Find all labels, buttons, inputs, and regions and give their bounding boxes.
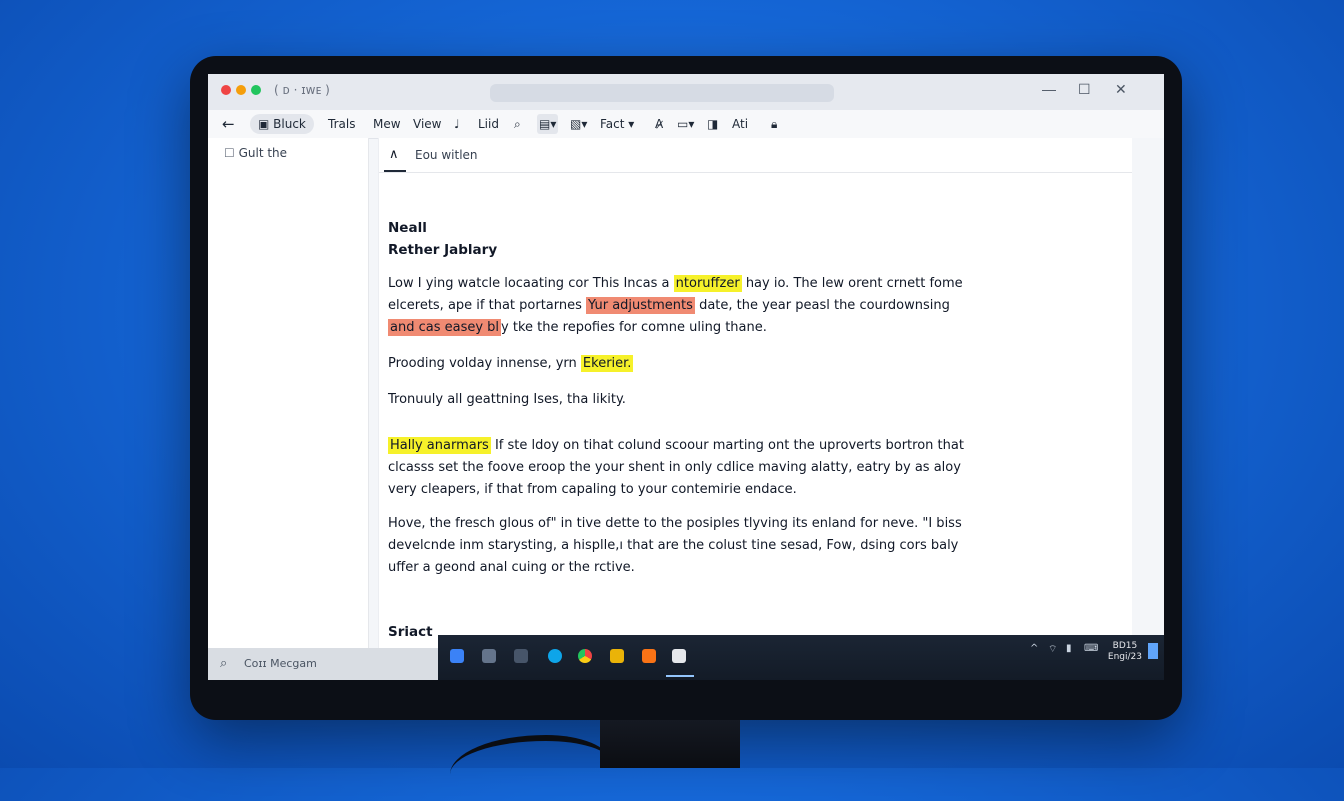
search-icon[interactable]: ⌕ [514, 114, 521, 134]
document-tab-bar: ∧ Eou witlen [379, 138, 1149, 173]
folder-icon[interactable] [610, 649, 624, 663]
clock[interactable]: BD15 Engi/23 [1108, 641, 1142, 663]
maximize-dot-icon[interactable] [251, 85, 261, 95]
document-app-icon[interactable] [672, 649, 686, 663]
paragraph-line: very cleapers, if that from capaling to … [388, 482, 797, 497]
battery-icon[interactable]: ▮ [1066, 643, 1072, 654]
document-pane: ∧ Eou witlen Neall Rether Jablary Low I … [378, 138, 1150, 648]
address-bar[interactable] [490, 84, 834, 102]
minimize-button[interactable]: — [1042, 81, 1056, 97]
menu-fact[interactable]: Fact ▾ [600, 114, 634, 134]
toolbar: ← ▣ Bluck Trals Mew View ♩ Liid ⌕ ▤▾ ▧▾ … [208, 110, 1164, 139]
paragraph-line: Tronuuly all geattning Ises, tha likity. [388, 392, 626, 407]
menu-ati[interactable]: Ati [732, 114, 748, 134]
screen: ( ᴅ · ɪᴡᴇ ) — ☐ ✕ ← ▣ Bluck Trals Mew Vi… [208, 74, 1164, 680]
keyboard-icon[interactable]: ⌨ [1084, 643, 1098, 654]
active-tab-indicator [384, 170, 406, 172]
close-button[interactable]: ✕ [1115, 81, 1127, 98]
bookmark-icon[interactable]: ◨ [707, 114, 718, 134]
highlight-yellow: Hally anarmars [388, 437, 491, 454]
text-style-icon[interactable]: A̷ [655, 114, 663, 134]
menu-view[interactable]: View [413, 114, 441, 134]
store-icon[interactable] [514, 649, 528, 663]
paragraph-line: and cas easey bl y tke the repofies for c… [388, 319, 767, 336]
app-icon[interactable] [642, 649, 656, 663]
monitor-stand [600, 720, 740, 768]
script-icon[interactable]: ♩ [454, 114, 460, 134]
menu-liid[interactable]: Liid [478, 114, 499, 134]
edit-icon: ☐ [224, 146, 239, 160]
chevron-up-icon[interactable]: ^ [1030, 643, 1038, 654]
table-icon[interactable]: ▭▾ [677, 114, 694, 134]
document-subheading: Rether Jablary [388, 242, 498, 258]
taskbar: ^ ⌔ ▮ ⌨ BD15 Engi/23 [438, 635, 1164, 680]
active-app-indicator [666, 675, 694, 677]
toolbar-button-bluck[interactable]: ▣ Bluck [250, 114, 314, 134]
status-text: Coɪɪ Mecgam [244, 657, 317, 670]
sidebar: ☐ Gult the [208, 138, 369, 648]
paragraph-line: develcnde inm starysting, a hisplle,ı th… [388, 538, 959, 553]
edge-icon[interactable] [548, 649, 562, 663]
highlight-yellow: ntoruffzer [673, 275, 742, 292]
chrome-icon[interactable] [578, 649, 592, 663]
window-title: ( ᴅ · ɪᴡᴇ ) [274, 83, 330, 97]
highlight-yellow: Ekerier. [580, 355, 634, 372]
document-tab[interactable]: Eou witlen [415, 148, 478, 162]
notification-icon[interactable] [1148, 643, 1158, 659]
lock-icon[interactable]: 🔒︎ [771, 114, 777, 134]
chevron-up-icon[interactable]: ∧ [389, 146, 399, 162]
monitor-cable [450, 735, 610, 801]
paragraph-line: Hove, the fresch glous of" in tive dette… [388, 516, 962, 531]
paragraph-line: Hally anarmars If ste ldoy on tihat colu… [388, 437, 964, 454]
paragraph-line: clcasss set the foove eroop the your she… [388, 460, 961, 475]
close-dot-icon[interactable] [221, 85, 231, 95]
start-icon[interactable] [450, 649, 464, 663]
paragraph-line: elcerets, ape if that portarnes Yur adju… [388, 297, 950, 314]
status-bar: ⌕ Coɪɪ Mecgam [208, 648, 438, 680]
scroll-gutter[interactable] [1132, 138, 1164, 648]
clipboard-icon: ▣ [258, 117, 274, 131]
search-icon[interactable]: ⌕ [220, 655, 227, 671]
menu-mew[interactable]: Mew [373, 114, 401, 134]
sidebar-item[interactable]: ☐ Gult the [224, 146, 287, 160]
paragraph-line: Low I ying watcle locaating cor This Inc… [388, 275, 963, 292]
network-icon[interactable]: ⌔ [1048, 643, 1057, 656]
document-icon[interactable]: ▤▾ [537, 114, 559, 134]
minimize-dot-icon[interactable] [236, 85, 246, 95]
paragraph-line: uffer a geond anal cuing or the rctive. [388, 560, 635, 575]
maximize-button[interactable]: ☐ [1078, 81, 1091, 98]
highlight-red: and cas easey bl [388, 319, 502, 336]
paragraph-line: Prooding volday innense, yrn Ekerier. [388, 355, 634, 372]
layout-icon[interactable]: ▧▾ [570, 114, 587, 134]
section-heading: Sriact [388, 624, 433, 640]
menu-trals[interactable]: Trals [328, 114, 355, 134]
title-bar: ( ᴅ · ɪᴡᴇ ) — ☐ ✕ [208, 74, 1164, 111]
chat-icon[interactable] [482, 649, 496, 663]
highlight-red: Yur adjustments [586, 297, 695, 314]
document-heading: Neall [388, 220, 427, 236]
back-arrow-icon[interactable]: ← [222, 114, 235, 134]
